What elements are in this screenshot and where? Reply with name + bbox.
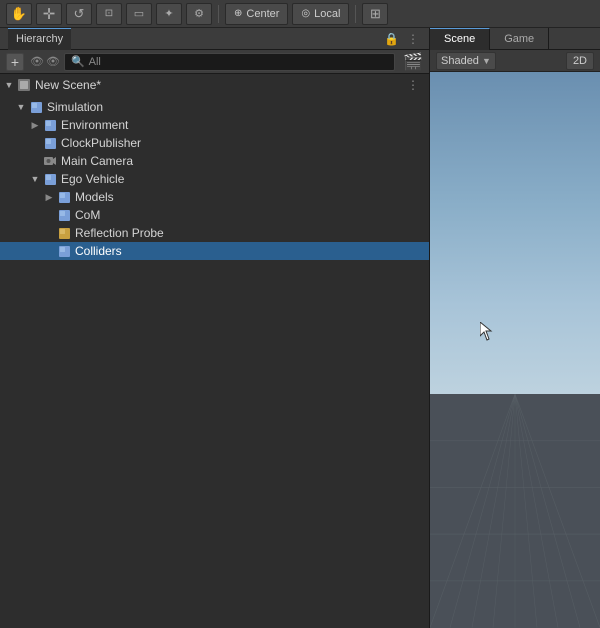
tree-item-clock[interactable]: ▶ ClockPublisher (0, 134, 429, 152)
hierarchy-tree: ▼ Simulation ▶ Environ (0, 96, 429, 628)
panel-header-icons: 🔒 ⋮ (382, 30, 421, 48)
models-cube-icon (56, 189, 72, 205)
add-object-button[interactable]: + (6, 53, 24, 71)
tree-item-reflection-probe[interactable]: ▶ Reflection Probe (0, 224, 429, 242)
shading-select[interactable]: Shaded ▼ (436, 52, 496, 70)
eye-icon-1[interactable]: 👁 (30, 55, 44, 68)
toolbar-sep-2 (355, 5, 356, 23)
panel-header: Hierarchy 🔒 ⋮ (0, 28, 429, 50)
move-tool-button[interactable]: ✛ (36, 3, 62, 25)
game-tab-label: Game (504, 33, 534, 45)
environment-cube-icon (42, 117, 58, 133)
tree-item-environment[interactable]: ▶ Environment (0, 116, 429, 134)
search-icon: 🔍 (71, 55, 85, 68)
extra-tool-button[interactable]: ⚙ (186, 3, 212, 25)
scene-root-item[interactable]: ▼ New Scene* ⋮ (0, 76, 429, 94)
hierarchy-tab-label: Hierarchy (16, 33, 63, 45)
search-bar: + 👁 👁 🔍 All 🎬 (0, 50, 429, 74)
ego-vehicle-label: Ego Vehicle (61, 172, 124, 186)
simulation-cube-icon (28, 99, 44, 115)
local-icon: ◎ (301, 8, 310, 19)
scene-name-label: New Scene* (35, 78, 101, 92)
center-icon: ⊕ (234, 8, 242, 19)
more-options-icon[interactable]: ⋮ (405, 30, 421, 48)
main-toolbar: ✋ ✛ ↺ ⊡ ▭ ✦ ⚙ ⊕ Center ◎ Local ⊞ (0, 0, 600, 28)
clock-cube-icon (42, 135, 58, 151)
tree-item-com[interactable]: ▶ CoM (0, 206, 429, 224)
models-label: Models (75, 190, 114, 204)
center-button[interactable]: ⊕ Center (225, 3, 288, 25)
rotate-tool-button[interactable]: ↺ (66, 3, 92, 25)
transform-tool-button[interactable]: ✦ (156, 3, 182, 25)
eye-icon-2[interactable]: 👁 (46, 55, 60, 68)
scene-game-tabs: Scene Game (430, 28, 600, 50)
environment-arrow: ▶ (28, 116, 42, 134)
local-label: Local (314, 8, 340, 20)
ego-cube-icon (42, 171, 58, 187)
colliders-cube-icon (56, 243, 72, 259)
add-icon: + (11, 54, 19, 70)
2d-label: 2D (573, 55, 587, 67)
com-cube-icon (56, 207, 72, 223)
scene-toolbar: Shaded ▼ 2D (430, 50, 600, 72)
tree-item-models[interactable]: ▶ Models (0, 188, 429, 206)
scene-menu-icon[interactable]: ⋮ (407, 78, 425, 92)
scene-row-container: ▼ New Scene* ⋮ (0, 74, 429, 96)
camera-icon (42, 153, 58, 169)
rect-tool-button[interactable]: ▭ (126, 3, 152, 25)
tree-item-colliders[interactable]: ▶ Colliders (0, 242, 429, 260)
search-input-wrap[interactable]: 🔍 All (64, 53, 395, 71)
scale-tool-button[interactable]: ⊡ (96, 3, 122, 25)
search-placeholder: All (89, 56, 101, 68)
main-camera-label: Main Camera (61, 154, 133, 168)
scene-arrow: ▼ (2, 76, 16, 94)
scene-viewport[interactable] (430, 72, 600, 628)
clock-label: ClockPublisher (61, 136, 141, 150)
scene-file-icon (16, 77, 32, 93)
2d-button[interactable]: 2D (566, 52, 594, 70)
scene-game-panel: Scene Game Shaded ▼ 2D (430, 28, 600, 628)
lock-icon[interactable]: 🔒 (382, 30, 401, 48)
game-tab[interactable]: Game (490, 28, 549, 50)
simulation-label: Simulation (47, 100, 103, 114)
shading-chevron-icon: ▼ (482, 56, 491, 66)
models-arrow: ▶ (42, 188, 56, 206)
scene-icon[interactable]: 🎬 (403, 52, 423, 72)
reflection-probe-label: Reflection Probe (75, 226, 164, 240)
shading-label: Shaded (441, 55, 479, 67)
colliders-label: Colliders (75, 244, 122, 258)
main-layout: Hierarchy 🔒 ⋮ + 👁 👁 🔍 All 🎬 (0, 28, 600, 628)
tree-item-simulation[interactable]: ▼ Simulation (0, 98, 429, 116)
com-label: CoM (75, 208, 100, 222)
grid-button[interactable]: ⊞ (362, 3, 388, 25)
hierarchy-tab[interactable]: Hierarchy (8, 28, 71, 50)
center-label: Center (246, 8, 279, 20)
tree-item-main-camera[interactable]: ▶ Main Camera (0, 152, 429, 170)
toolbar-sep-1 (218, 5, 219, 23)
scene-tab[interactable]: Scene (430, 28, 490, 50)
eye-icons: 👁 👁 (30, 55, 60, 68)
simulation-arrow: ▼ (14, 98, 28, 116)
local-button[interactable]: ◎ Local (292, 3, 349, 25)
scene-sky (430, 72, 600, 406)
tree-item-ego-vehicle[interactable]: ▼ Ego Vehicle (0, 170, 429, 188)
ego-arrow: ▼ (28, 170, 42, 188)
environment-label: Environment (61, 118, 128, 132)
reflection-probe-icon (56, 225, 72, 241)
scene-tab-label: Scene (444, 33, 475, 45)
scene-grid (430, 394, 600, 628)
hierarchy-panel: Hierarchy 🔒 ⋮ + 👁 👁 🔍 All 🎬 (0, 28, 430, 628)
hand-tool-button[interactable]: ✋ (6, 3, 32, 25)
